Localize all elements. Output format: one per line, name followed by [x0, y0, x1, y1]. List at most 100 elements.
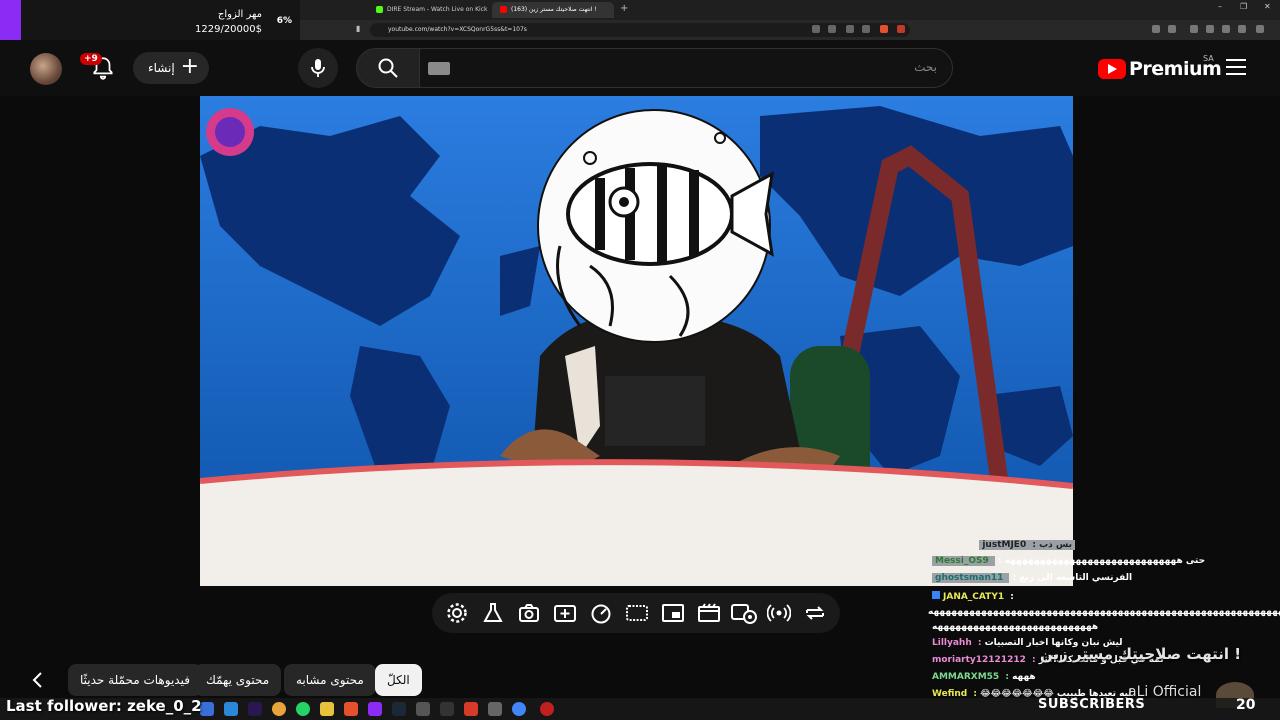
- youtube-icon: [500, 6, 507, 13]
- share-icon[interactable]: [862, 25, 870, 33]
- loop-icon[interactable]: [803, 601, 827, 625]
- app-icon[interactable]: [464, 702, 478, 716]
- maximize-button[interactable]: ❐: [1240, 2, 1247, 11]
- chat-message: ghostsman11 : الفرنسي التاسعة الى ربع: [932, 573, 1132, 583]
- subscribers-label: SUBSCRIBERS: [1038, 697, 1146, 712]
- premiere-icon[interactable]: [248, 702, 262, 716]
- app-icon[interactable]: [488, 702, 502, 716]
- chat-text: هههههههههههههههههههههههههههههههههههههههه…: [928, 607, 1280, 617]
- goal-label: مهر الزواج: [217, 9, 262, 20]
- chat-message: هههههههههههههههههههههههههههههههههههههههه…: [928, 607, 1280, 617]
- search-icon: [378, 58, 398, 78]
- chrome-icon[interactable]: [272, 702, 286, 716]
- store-icon[interactable]: [224, 702, 238, 716]
- tab-title: DIRE Stream - Watch Live on Kick: [387, 6, 488, 13]
- copilot-icon[interactable]: [200, 702, 214, 716]
- record-icon[interactable]: [540, 702, 554, 716]
- chat-text: الفرنسي التاسعة الى ربع: [1019, 573, 1133, 583]
- rewards-icon[interactable]: [897, 25, 905, 33]
- settings-icon[interactable]: [445, 601, 469, 625]
- play-triangle-icon: [1108, 64, 1117, 74]
- chat-text: هههههههههههههههههههههههههههه: [932, 622, 1099, 632]
- screen: DIRE Stream - Watch Live on Kick (163) ا…: [0, 0, 1280, 720]
- close-window-button[interactable]: ✕: [1264, 2, 1271, 11]
- keyboard-icon[interactable]: [428, 62, 450, 75]
- chip-recently-uploaded[interactable]: فيديوهات محمّلة حديثًا: [68, 664, 202, 696]
- brave-shield-icon[interactable]: [880, 25, 888, 33]
- chat-username: moriarty12121212: [932, 655, 1026, 665]
- create-button[interactable]: إنشاء +: [133, 52, 209, 84]
- chevron-left-icon[interactable]: [26, 668, 50, 692]
- subscribers-count: 20: [1236, 697, 1256, 713]
- badge-icon: [932, 591, 940, 599]
- video-player[interactable]: [200, 96, 1073, 586]
- hamburger-menu-icon[interactable]: [1226, 59, 1246, 77]
- create-label: إنشاء: [148, 61, 175, 75]
- goal-percent: 6%: [276, 16, 292, 26]
- chat-text: حتى هههههههههههههههههههههههههههههه: [1004, 556, 1206, 566]
- app-icon[interactable]: [416, 702, 430, 716]
- chat-message: Messi_OS9 : حتى هههههههههههههههههههههههه…: [932, 556, 1205, 566]
- bookmark-icon[interactable]: ▮: [356, 24, 360, 33]
- whatsapp-icon[interactable]: [296, 702, 310, 716]
- player-controls-bar: [432, 593, 840, 633]
- new-tab-button[interactable]: +: [620, 3, 628, 14]
- avatar[interactable]: [30, 53, 62, 85]
- chip-all[interactable]: الكلّ: [375, 664, 422, 696]
- chat-username: justMJE0: [982, 540, 1027, 550]
- chat-message: JANA_CATY1 :: [932, 591, 1014, 602]
- chip-for-you[interactable]: محتوى يهمّك: [194, 664, 282, 696]
- chip-related[interactable]: محتوى مشابه: [284, 664, 376, 696]
- youtube-premium-logo[interactable]: Premium SA: [1098, 54, 1222, 82]
- extension-icon[interactable]: [1168, 25, 1176, 33]
- stream-title-banner: انتهت صلاحيتك مستر زين !: [1040, 645, 1242, 663]
- miniplayer-icon[interactable]: [661, 601, 685, 625]
- search-input[interactable]: بحث: [419, 48, 953, 88]
- screenshot-icon[interactable]: [517, 601, 541, 625]
- country-code: SA: [1203, 54, 1214, 63]
- minimize-button[interactable]: –: [1218, 2, 1222, 11]
- chat-username: ghostsman11: [935, 573, 1004, 583]
- subtitles-icon[interactable]: [625, 601, 649, 625]
- lab-icon[interactable]: [481, 601, 505, 625]
- cast-icon[interactable]: [846, 25, 854, 33]
- steam-icon[interactable]: [392, 702, 406, 716]
- app-icon[interactable]: [440, 702, 454, 716]
- microphone-icon: [311, 59, 325, 77]
- chat-username: AMMARXM55: [932, 672, 1000, 682]
- brave-icon[interactable]: [344, 702, 358, 716]
- zoom-icon[interactable]: [828, 25, 836, 33]
- notification-badge: +9: [80, 53, 102, 65]
- plus-icon: +: [180, 54, 199, 79]
- chat-username: Messi_OS9: [935, 556, 989, 566]
- chat-text: :: [1010, 592, 1014, 602]
- extension-icon[interactable]: [1222, 25, 1230, 33]
- explorer-icon[interactable]: [320, 702, 334, 716]
- app-icon[interactable]: [368, 702, 382, 716]
- menu-icon[interactable]: [1256, 25, 1264, 33]
- tab-youtube[interactable]: (163) انتهت صلاحيتك مستر زين !: [492, 2, 614, 18]
- chat-username: Lillyahh: [932, 638, 972, 648]
- auto-icon[interactable]: [731, 601, 759, 625]
- chrome-icon[interactable]: [512, 702, 526, 716]
- theater-icon[interactable]: [697, 601, 721, 625]
- last-follower: Last follower: zeke_0_2: [6, 697, 202, 715]
- sidebar-icon[interactable]: [1190, 25, 1198, 33]
- broadcast-icon[interactable]: [767, 601, 791, 625]
- voice-search-button[interactable]: [298, 48, 338, 88]
- chat-username: JANA_CATY1: [943, 592, 1005, 602]
- tab-kick[interactable]: DIRE Stream - Watch Live on Kick: [368, 2, 488, 18]
- chat-message: هههههههههههههههههههههههههههه: [932, 622, 1098, 632]
- download-icon[interactable]: [1238, 25, 1246, 33]
- speed-icon[interactable]: [589, 601, 613, 625]
- chat-text: بس دب: [1039, 540, 1072, 550]
- translate-icon[interactable]: [812, 25, 820, 33]
- chat-text: هههه: [1012, 672, 1036, 682]
- wallet-icon[interactable]: [1206, 25, 1214, 33]
- chat-message: AMMARXM55 : هههه: [932, 672, 1036, 682]
- video-frame: [200, 96, 1073, 586]
- sparkle-icon[interactable]: [553, 601, 577, 625]
- search-placeholder: بحث: [914, 60, 937, 74]
- search-button[interactable]: [356, 48, 420, 88]
- extension-icon[interactable]: [1152, 25, 1160, 33]
